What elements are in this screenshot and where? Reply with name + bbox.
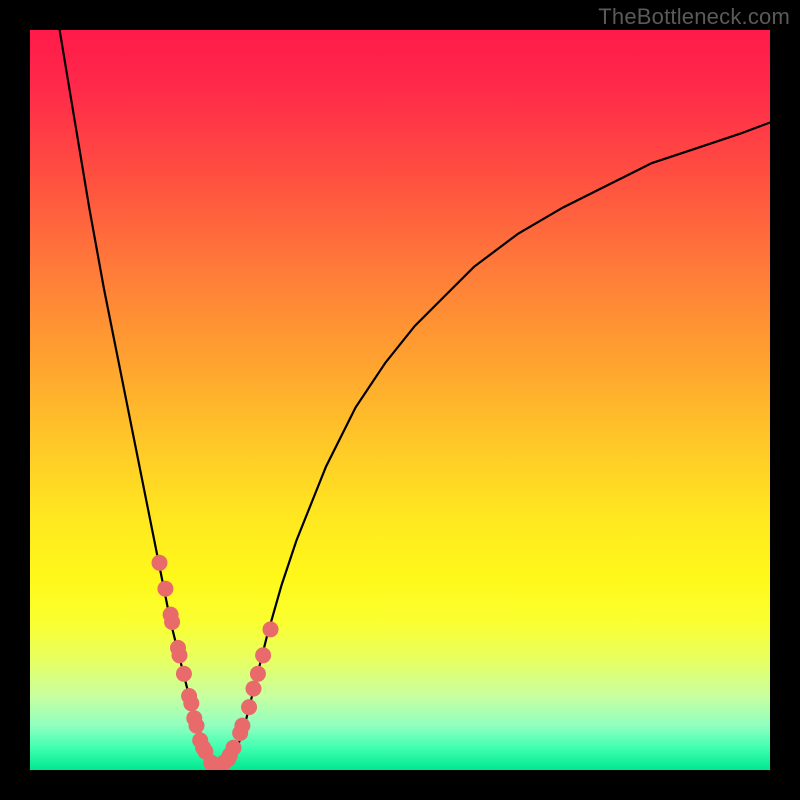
highlight-dot [263,621,279,637]
highlight-dot [157,581,173,597]
highlight-dot [171,647,187,663]
highlight-dot [234,718,250,734]
highlight-dot [183,695,199,711]
highlight-dot [164,614,180,630]
curve-left-branch [60,30,223,770]
highlight-dot [255,647,271,663]
chart-overlay [30,30,770,770]
curve-right-branch [222,123,770,771]
highlight-dot [152,555,168,571]
highlight-dot [226,740,242,756]
highlight-dot [245,681,261,697]
highlight-dot [189,718,205,734]
highlight-dot [250,666,266,682]
highlight-dots-group [152,555,279,770]
watermark-text: TheBottleneck.com [598,4,790,30]
highlight-dot [241,699,257,715]
highlight-dot [176,666,192,682]
